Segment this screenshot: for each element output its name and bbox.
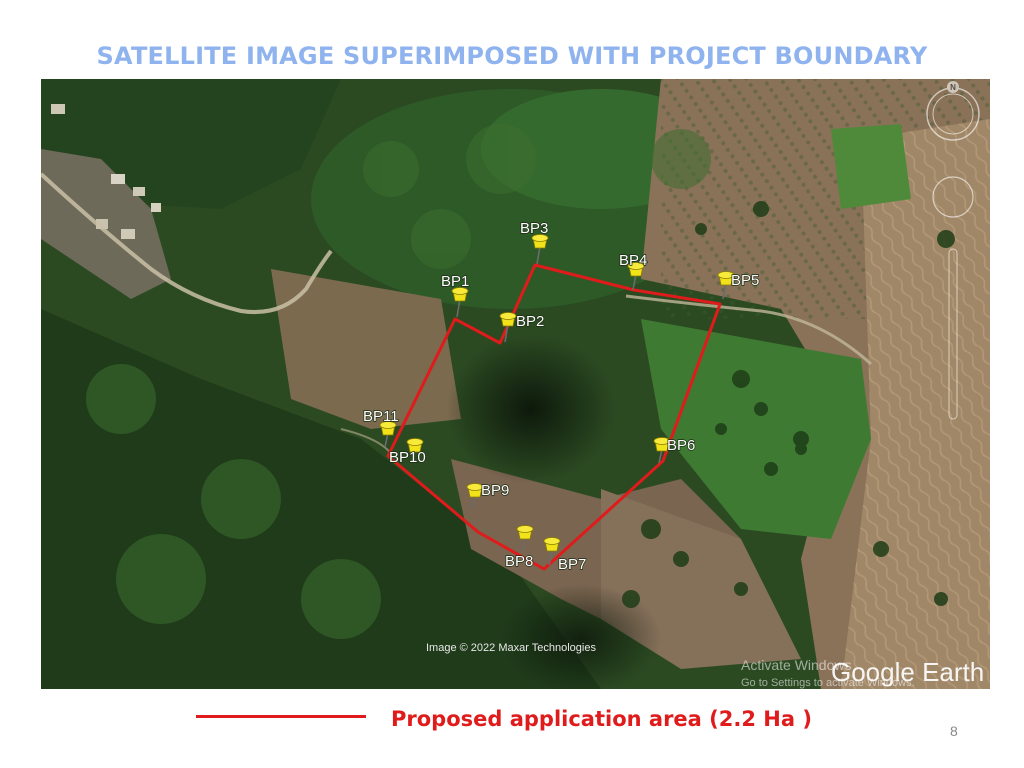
label-bp5: BP5	[731, 272, 759, 289]
page-number: 8	[950, 723, 958, 739]
label-bp2: BP2	[516, 313, 544, 330]
image-credit: Image © 2022 Maxar Technologies	[426, 642, 596, 654]
slide-title: SATELLITE IMAGE SUPERIMPOSED WITH PROJEC…	[96, 42, 928, 70]
label-bp10: BP10	[389, 449, 426, 466]
google-earth-logo: Google Earth	[831, 657, 984, 687]
label-bp11: BP11	[363, 408, 399, 425]
satellite-map: N BP1 BP2 BP3 BP4 BP5 BP6 BP7 BP8 BP9 BP…	[41, 79, 990, 689]
label-bp7: BP7	[558, 556, 586, 573]
svg-text:N: N	[950, 83, 956, 92]
label-bp6: BP6	[667, 437, 695, 454]
legend-label: Proposed application area (2.2 Ha )	[391, 707, 812, 731]
label-bp1: BP1	[441, 273, 469, 290]
label-bp3: BP3	[520, 220, 548, 237]
label-bp9: BP9	[481, 482, 509, 499]
legend-boundary-line	[196, 715, 366, 718]
label-bp8: BP8	[505, 553, 533, 570]
label-bp4: BP4	[619, 252, 647, 269]
